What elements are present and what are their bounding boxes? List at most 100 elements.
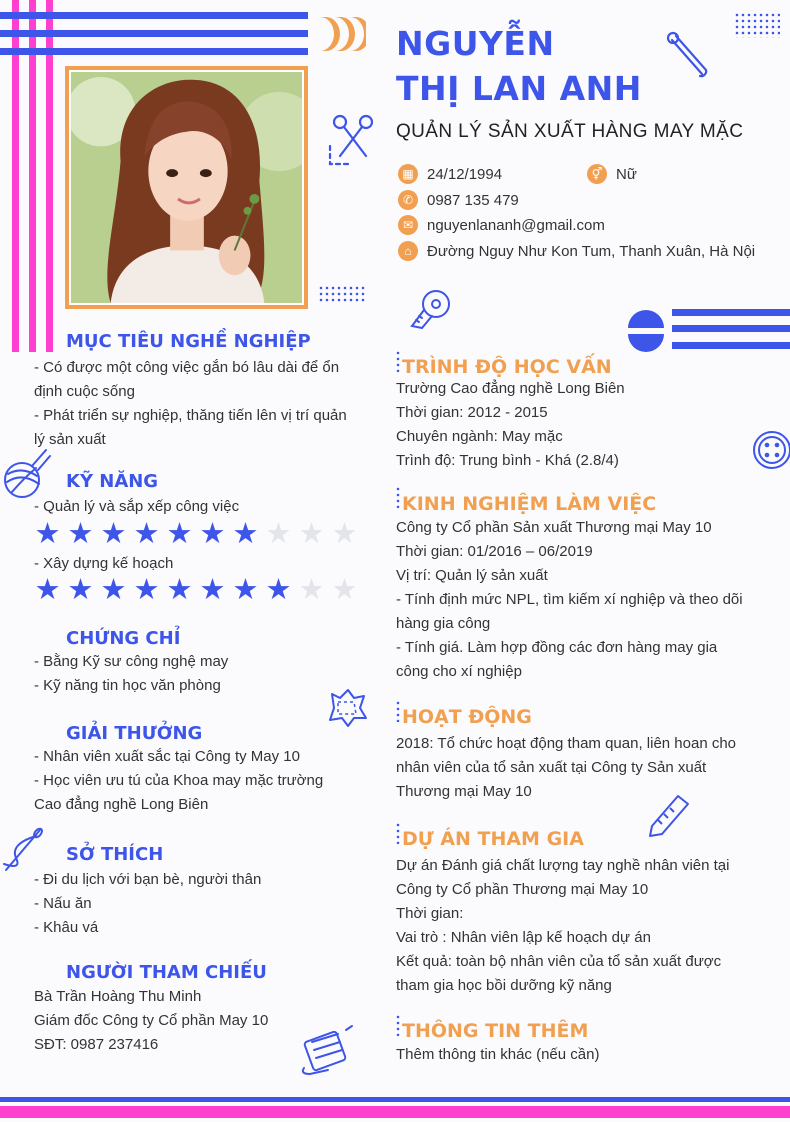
dot-column — [395, 700, 401, 722]
more-info-heading: THÔNG TIN THÊM — [402, 1020, 589, 1042]
certificates-text: - Bằng Kỹ sư công nghệ may - Kỹ năng tin… — [34, 650, 228, 698]
experience-text: Công ty Cổ phần Sản xuất Thương mại May … — [396, 516, 760, 684]
star-empty-icon: ★ — [265, 516, 292, 550]
blue-stripe — [0, 48, 308, 55]
birthday-value: 24/12/1994 — [427, 165, 503, 183]
pink-stripe — [0, 1106, 790, 1118]
experience-line: - Tính định mức NPL, tìm kiếm xí nghiệp … — [396, 591, 743, 608]
profile-photo-frame — [65, 66, 308, 309]
star-filled-icon: ★ — [100, 516, 127, 550]
sewing-button-icon — [753, 431, 790, 469]
activities-text: 2018: Tổ chức hoạt động tham quan, liên … — [396, 732, 760, 804]
star-filled-icon: ★ — [199, 516, 226, 550]
projects-heading: DỰ ÁN THAM GIA — [402, 828, 584, 850]
contact-birthday: ▦ 24/12/1994 — [398, 164, 502, 184]
more-info-text: Thêm thông tin khác (nếu cần) — [396, 1043, 599, 1067]
contact-email: ✉ nguyenlananh@gmail.com — [398, 215, 605, 235]
star-empty-icon: ★ — [331, 516, 358, 550]
project-line: Kết quả: toàn bộ nhân viên của tổ sản xu… — [396, 953, 722, 970]
blue-stripe — [0, 1097, 790, 1102]
blue-stripe — [0, 12, 308, 19]
awards-text: - Nhân viên xuất sắc tại Công ty May 10 … — [34, 745, 323, 817]
blue-stripe — [672, 309, 790, 316]
hobby-line: - Đi du lịch với bạn bè, người thân — [34, 871, 262, 888]
contact-address: ⌂ Đường Nguy Như Kon Tum, Thanh Xuân, Hà… — [398, 241, 755, 261]
reference-heading: NGƯỜI THAM CHIẾU — [66, 962, 267, 983]
project-line: tham gia học bồi dưỡng kỹ năng — [396, 977, 612, 994]
objective-line: - Phát triển sự nghiệp, thăng tiến lên v… — [34, 407, 347, 424]
semicircles-icon — [628, 310, 664, 352]
award-line: - Nhân viên xuất sắc tại Công ty May 10 — [34, 748, 300, 765]
safety-pin-icon — [666, 31, 708, 78]
star-filled-icon: ★ — [232, 516, 259, 550]
profile-photo — [71, 72, 302, 303]
star-empty-icon: ★ — [298, 516, 325, 550]
award-line: Cao đẳng nghề Long Biên — [34, 796, 209, 813]
education-line: Trường Cao đẳng nghề Long Biên — [396, 380, 625, 397]
reference-line: Giám đốc Công ty Cổ phần May 10 — [34, 1012, 269, 1029]
email-icon: ✉ — [398, 215, 418, 235]
skills-heading: KỸ NĂNG — [66, 471, 159, 492]
education-line: Chuyên ngành: May mặc — [396, 428, 563, 445]
calendar-icon: ▦ — [398, 164, 418, 184]
star-filled-icon: ★ — [166, 516, 193, 550]
dot-column — [395, 1014, 401, 1036]
education-line: Trình độ: Trung bình - Khá (2.8/4) — [396, 452, 619, 469]
project-line: Thời gian: — [396, 905, 464, 922]
job-title: QUẢN LÝ SẢN XUẤT HÀNG MAY MẶC — [396, 121, 744, 142]
dot-column — [395, 822, 401, 844]
star-empty-icon: ★ — [298, 572, 325, 606]
activity-line: nhân viên của tổ sản xuất tại Công ty Sả… — [396, 759, 707, 776]
education-text: Trường Cao đẳng nghề Long Biên Thời gian… — [396, 377, 625, 473]
star-filled-icon: ★ — [67, 572, 94, 606]
dot-column — [395, 486, 401, 508]
experience-line: công cho xí nghiệp — [396, 663, 522, 680]
experience-heading: KINH NGHIỆM LÀM VIỆC — [402, 493, 657, 515]
hobby-line: - Nấu ăn — [34, 895, 92, 912]
name-second-line: THỊ LAN ANH — [396, 69, 642, 108]
blue-stripe — [0, 30, 308, 37]
contact-phone: ✆ 0987 135 479 — [398, 190, 519, 210]
star-filled-icon: ★ — [265, 572, 292, 606]
star-filled-icon: ★ — [67, 516, 94, 550]
dot-grid — [318, 285, 366, 303]
certificates-heading: CHỨNG CHỈ — [66, 628, 181, 649]
thread-spool-icon — [301, 1025, 353, 1076]
experience-line: hàng gia công — [396, 615, 491, 632]
objective-line: định cuộc sống — [34, 383, 135, 400]
reference-line: SĐT: 0987 237416 — [34, 1036, 159, 1053]
contact-gender: ⚥ Nữ — [587, 164, 637, 184]
activity-line: 2018: Tổ chức hoạt động tham quan, liên … — [396, 735, 737, 752]
projects-text: Dự án Đánh giá chất lượng tay nghề nhân … — [396, 854, 760, 998]
star-filled-icon: ★ — [100, 572, 127, 606]
gender-value: Nữ — [616, 165, 637, 183]
star-filled-icon: ★ — [232, 572, 259, 606]
scissors-icon — [328, 114, 374, 166]
address-value: Đường Nguy Như Kon Tum, Thanh Xuân, Hà N… — [427, 242, 756, 260]
project-line: Vai trò : Nhân viên lập kế hoạch dự án — [396, 929, 651, 946]
award-line: - Học viên ưu tú của Khoa may mặc trường — [34, 772, 324, 789]
hobbies-heading: SỞ THÍCH — [66, 844, 164, 865]
pencil-ruler-icon — [649, 795, 689, 837]
objective-line: - Có được một công việc gắn bó lâu dài đ… — [34, 359, 340, 376]
objective-text: - Có được một công việc gắn bó lâu dài đ… — [34, 356, 359, 452]
skill-rating: ★ ★ ★ ★ ★ ★ ★ ★ ★ ★ — [31, 574, 361, 604]
chevrons-icon — [320, 17, 366, 51]
education-line: Thời gian: 2012 - 2015 — [396, 404, 548, 421]
star-filled-icon: ★ — [133, 572, 160, 606]
star-filled-icon: ★ — [133, 516, 160, 550]
measuring-tape-icon — [410, 290, 450, 330]
dot-column — [395, 350, 401, 372]
star-filled-icon: ★ — [34, 516, 61, 550]
star-empty-icon: ★ — [331, 572, 358, 606]
fabric-piece-icon — [329, 689, 367, 727]
project-line: Công ty Cổ phần Thương mại May 10 — [396, 881, 649, 898]
awards-heading: GIẢI THƯỞNG — [66, 723, 203, 744]
reference-text: Bà Trần Hoàng Thu Minh Giám đốc Công ty … — [34, 985, 268, 1057]
home-icon: ⌂ — [398, 241, 418, 261]
activity-line: Thương mại May 10 — [396, 783, 532, 800]
experience-line: - Tính giá. Làm hợp đồng các đơn hàng ma… — [396, 639, 718, 656]
education-heading: TRÌNH ĐỘ HỌC VẤN — [402, 356, 612, 378]
blue-stripe — [672, 325, 790, 332]
gender-icon: ⚥ — [587, 164, 607, 184]
